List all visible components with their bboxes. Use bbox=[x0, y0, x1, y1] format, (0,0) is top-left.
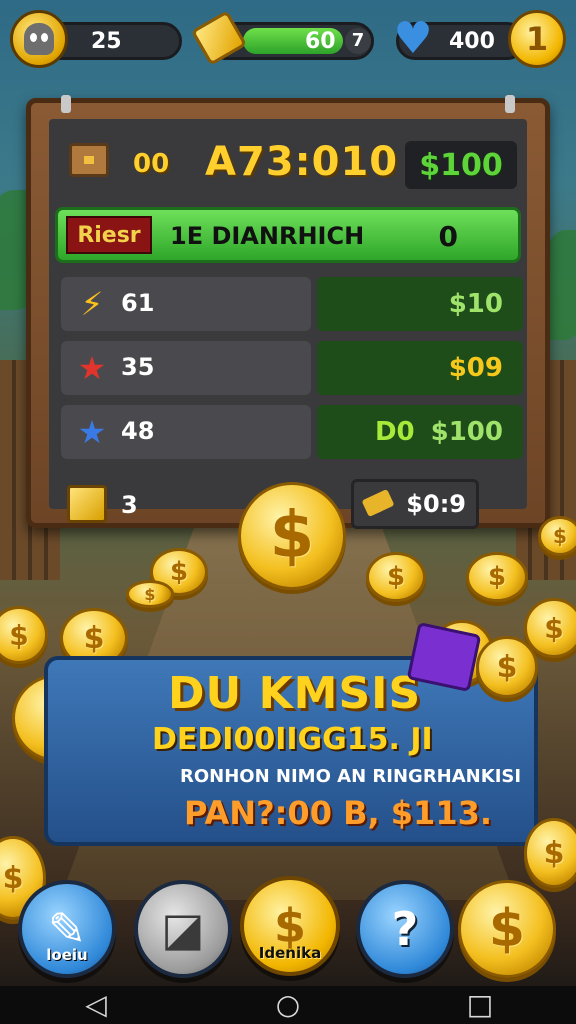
red-star-icon: ★ bbox=[77, 349, 107, 387]
coin-icon: $ bbox=[458, 880, 556, 978]
promo-price: PAN?:00 B, $113. bbox=[184, 794, 492, 832]
coin-icon: $ bbox=[126, 580, 174, 608]
coin-icon: 1 bbox=[525, 20, 549, 58]
coin-icon: $ bbox=[476, 636, 538, 698]
stat-count: 48 bbox=[121, 417, 155, 445]
board-inner: 00 A73:010 $100 Riesr 1E DIANRHICH 0 ⚡ 6… bbox=[49, 119, 527, 529]
coin-icon: $ bbox=[466, 552, 528, 602]
gems-value: 400 bbox=[449, 28, 495, 54]
coin-button-label: Idenika bbox=[258, 944, 322, 962]
stat-left: ★ 48 bbox=[61, 405, 311, 459]
stat-count: 61 bbox=[121, 289, 155, 317]
leaderboard-panel: 00 A73:010 $100 Riesr 1E DIANRHICH 0 ⚡ 6… bbox=[26, 95, 550, 529]
stat-row[interactable]: ★ 48 D0 $100 bbox=[61, 405, 523, 459]
stat-reward: $09 bbox=[317, 341, 523, 395]
highlight-value: 0 bbox=[438, 220, 458, 253]
chest-count: 00 bbox=[133, 149, 170, 179]
stat-left: ★ 35 bbox=[61, 341, 311, 395]
stat-reward-value: $09 bbox=[448, 353, 503, 383]
stat-reward-value: $100 bbox=[430, 417, 503, 447]
promo-title: DU KMSIS bbox=[168, 668, 422, 719]
nail-icon bbox=[505, 95, 515, 113]
board-header: 00 A73:010 $100 bbox=[49, 129, 527, 199]
header-money[interactable]: $100 bbox=[405, 141, 517, 189]
lives-value: 25 bbox=[91, 28, 122, 54]
back-icon[interactable]: ◁ bbox=[66, 986, 126, 1024]
blue-star-icon: ★ bbox=[77, 413, 107, 451]
settings-button[interactable]: ✎ loeiu bbox=[18, 880, 116, 978]
gold-box-icon bbox=[67, 485, 107, 523]
stat-reward-prefix: D0 bbox=[374, 417, 415, 447]
energy-level: 7 bbox=[345, 28, 371, 54]
promo-line: RONHON NIMO AN RINGRHANKISI bbox=[180, 766, 522, 787]
help-button[interactable]: ? bbox=[356, 880, 454, 978]
coin-shop-button[interactable]: 1 bbox=[508, 10, 566, 68]
nail-icon bbox=[61, 95, 71, 113]
settings-label: loeiu bbox=[46, 946, 88, 964]
system-nav-bar: ◁ ○ □ bbox=[0, 986, 576, 1024]
coin-icon: $ bbox=[366, 552, 426, 602]
stat-row[interactable]: ★ 35 $09 bbox=[61, 341, 523, 395]
highlight-row[interactable]: Riesr 1E DIANRHICH 0 bbox=[55, 207, 521, 263]
coin-icon: $ bbox=[524, 818, 576, 888]
stat-reward: $10 bbox=[317, 277, 523, 331]
stat-reward-value: $10 bbox=[448, 289, 503, 319]
promo-subtitle: DEDI00IIGG15. JI bbox=[152, 722, 433, 757]
energy-value: 60 bbox=[305, 29, 336, 54]
stat-left: ⚡ 61 bbox=[61, 277, 311, 331]
highlight-tag: Riesr bbox=[66, 216, 152, 254]
coin-icon: $ bbox=[0, 606, 48, 664]
stat-count: 35 bbox=[121, 353, 155, 381]
lightning-icon: ⚡ bbox=[80, 285, 104, 323]
board-code: A73:010 bbox=[205, 139, 399, 185]
stat-row[interactable]: ⚡ 61 $10 bbox=[61, 277, 523, 331]
recents-icon[interactable]: □ bbox=[450, 986, 510, 1024]
top-hud: 25 60 7 400 ♥ 1 bbox=[0, 0, 576, 84]
help-icon: ? bbox=[391, 902, 419, 956]
highlight-title: 1E DIANRHICH bbox=[170, 222, 365, 250]
coin-button[interactable]: $ Idenika bbox=[240, 876, 340, 976]
coin-icon: $ bbox=[538, 516, 576, 556]
map-icon: ◪ bbox=[161, 902, 205, 956]
treasure-chest-icon bbox=[69, 143, 109, 177]
coin-icon[interactable]: $ bbox=[238, 482, 346, 590]
bottom-count: 3 bbox=[121, 491, 138, 519]
price-value: $0:9 bbox=[406, 490, 466, 518]
stat-reward: D0 $100 bbox=[317, 405, 523, 459]
map-button[interactable]: ◪ bbox=[134, 880, 232, 978]
heart-gem-icon: ♥ bbox=[393, 13, 433, 64]
skull-icon[interactable] bbox=[10, 10, 68, 68]
home-icon[interactable]: ○ bbox=[258, 986, 318, 1024]
price-button[interactable]: $0:9 bbox=[351, 479, 479, 529]
gold-ticket-icon bbox=[361, 488, 395, 518]
